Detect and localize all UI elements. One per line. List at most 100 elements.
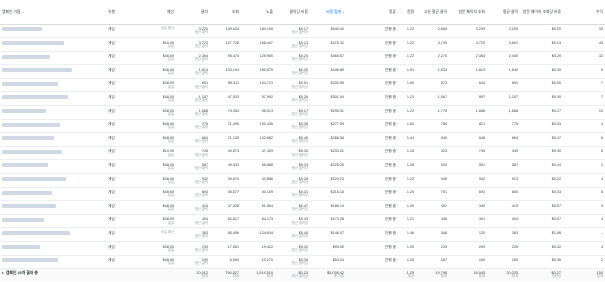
cost-cell: $330.95 <box>330 81 344 86</box>
conversions-cell: 3 <box>600 203 603 208</box>
budget-cell[interactable]: 공유 예산 <box>134 228 176 242</box>
budget-cell[interactable]: $48.00 일일 <box>134 78 176 92</box>
budget-cell[interactable]: $48.00 일일 <box>134 106 176 120</box>
table-row[interactable]: 게임 $48.00 일일 693 합산 클릭 36,677 40,109 $0.31 합산 클릭… <box>0 187 605 201</box>
col-header-campaign[interactable]: 캠페인 이름 ⌄ <box>0 0 106 24</box>
table-row[interactable]: 게임 $48.00 일일 239 합산 클릭 17,551 19,422 $0.42 합산 클릭… <box>0 242 605 256</box>
status-cell: 진행 중 <box>384 162 396 167</box>
budget-cell[interactable]: $48.00 일일 <box>134 92 176 106</box>
impressions-cell: 124,634 <box>259 230 273 235</box>
col-header-conv-rate[interactable]: 전환 <box>398 0 416 24</box>
col-header-type[interactable]: 유형 <box>106 0 134 24</box>
table-row[interactable]: 게임 $48.00 일일 404 합산 클릭 52,617 54,173 $0.43 합산 클릭… <box>0 214 605 228</box>
avg-pos-cell: 1,775 <box>437 108 447 113</box>
campaign-name-redacted[interactable] <box>0 51 106 65</box>
col-header-budget[interactable]: 예산 <box>134 0 176 24</box>
views-cell: 71,135 <box>227 135 239 140</box>
total-status <box>346 269 398 281</box>
col-header-conversions[interactable]: 수익 <box>563 0 605 24</box>
campaign-name-redacted[interactable] <box>0 146 106 160</box>
campaign-type: 게임 <box>108 122 115 127</box>
budget-cell[interactable]: $46.00 일일 <box>134 65 176 79</box>
campaign-name-redacted[interactable] <box>0 255 106 269</box>
page-views-cell: 2,364 <box>475 54 485 59</box>
campaign-name-redacted[interactable] <box>0 106 106 120</box>
table-row[interactable]: 게임 $48.00 일일 150 합산 클릭 6,594 10,270 $0.36 합산 클릭당… <box>0 255 605 269</box>
table-row[interactable]: 게임 $10.00 일일 3,723 합산 클릭 107,728 156,447 $0.13 합… <box>0 38 605 52</box>
col-header-views[interactable]: 조회 <box>210 0 241 24</box>
campaign-name-redacted[interactable] <box>0 92 106 106</box>
total-label[interactable]: 캠페인 45개 결과 총 <box>0 269 176 281</box>
budget-cell[interactable]: $46.00 일일 <box>134 51 176 65</box>
table-row[interactable]: 게임 $48.00 일일 1,688 합산 클릭 74,354 96,513 $0.17 합산 … <box>0 106 605 120</box>
cost-cell: $146.07 <box>330 230 344 235</box>
col-header-page-views[interactable]: 방문 페이지 조회 <box>449 0 487 24</box>
budget-cell[interactable]: $48.00 일일 <box>134 242 176 256</box>
campaign-name-redacted[interactable] <box>0 78 106 92</box>
campaign-name-redacted[interactable] <box>0 38 106 52</box>
budget-cell[interactable]: $48.00 일일 <box>134 174 176 188</box>
cost-cell: $233.01 <box>330 149 344 154</box>
campaign-name-redacted[interactable] <box>0 214 106 228</box>
campaign-name-redacted[interactable] <box>0 228 106 242</box>
table-row[interactable]: 게임 $10.00 일일 745 합산 클릭 40,673 47,409 $0.30 합산 클릭… <box>0 146 605 160</box>
campaign-name-redacted[interactable] <box>0 201 106 215</box>
budget-cell[interactable]: $48.00 일일 <box>134 133 176 147</box>
impressions-cell: 47,409 <box>261 149 273 154</box>
table-row[interactable]: 게임 공유 예산 3,220 합산 클릭 139,634 180,109 $0.17 합산 클… <box>0 24 605 38</box>
budget-cell[interactable]: $48.00 일일 <box>134 201 176 215</box>
conversions-cell: 45 <box>598 40 603 45</box>
budget-cell[interactable]: $10.00 일일 <box>134 38 176 52</box>
col-header-avg-cpc[interactable]: 클릭당 비용 <box>275 0 310 24</box>
col-header-clicks[interactable]: 클릭 <box>176 0 210 24</box>
table-row[interactable]: 게임 공유 예산 363 합산 클릭 85,496 124,634 $0.40 합산 클릭당 $… <box>0 228 605 242</box>
table-row[interactable]: 게임 $48.00 일일 587 합산 클릭 49,933 56,888 $0.33 합산 클릭… <box>0 160 605 174</box>
campaign-name-redacted[interactable] <box>0 24 106 38</box>
col-header-avg-pos[interactable]: 고유 평균 클릭 <box>416 0 449 24</box>
campaign-type: 게임 <box>108 258 115 263</box>
table-row[interactable]: 게임 $46.00 일일 1,513 합산 클릭 103,104 150,879 $0.30 합… <box>0 65 605 79</box>
avg-pos-cell: 233 <box>440 244 447 249</box>
value-per-view-cell: $0.53 <box>551 122 561 127</box>
campaign-type: 게임 <box>108 54 115 59</box>
table-row[interactable]: 게임 $46.00 일일 2,364 합산 클릭 95,474 125,900 $0.20 합산… <box>0 51 605 65</box>
views-cell: 49,933 <box>227 162 239 167</box>
col-header-value-per-view[interactable]: 방문 페이지 조회당 비용 <box>520 0 563 24</box>
avg-views-cell: 1,640 <box>508 67 518 72</box>
campaign-name-redacted[interactable] <box>0 119 106 133</box>
campaign-name-redacted[interactable] <box>0 160 106 174</box>
budget-cell[interactable]: $48.00 일일 <box>134 160 176 174</box>
budget-cell[interactable]: $10.00 일일 <box>134 146 176 160</box>
budget-cell[interactable]: $48.00 일일 <box>134 255 176 269</box>
views-cell: 103,104 <box>225 67 239 72</box>
campaign-name-redacted[interactable] <box>0 174 106 188</box>
avg-views-cell: 363 <box>511 230 518 235</box>
avg-pos-cell: 2,270 <box>437 54 447 59</box>
table-row[interactable]: 게임 $48.00 일일 1,157 합산 클릭 47,533 57,992 $0.26 합산 … <box>0 92 605 106</box>
avg-views-cell: 404 <box>511 217 518 222</box>
table-row[interactable]: 게임 $48.00 일일 664 합산 클릭 71,135 102,682 $0.45 합산 클… <box>0 133 605 147</box>
campaign-name-redacted[interactable] <box>0 187 106 201</box>
table-row[interactable]: 게임 $48.00 일일 651 합산 클릭 89,511 104,713 $0.51 합산 클… <box>0 78 605 92</box>
col-header-impressions[interactable]: 노출 <box>241 0 275 24</box>
page-views-cell: 648 <box>478 135 485 140</box>
budget-cell[interactable]: $48.00 일일 <box>134 119 176 133</box>
col-header-status[interactable]: 종류 <box>346 0 398 24</box>
campaign-name-redacted[interactable] <box>0 242 106 256</box>
table-row[interactable]: 게임 $48.00 일일 942 합산 클릭 39,670 42,886 $0.28 합산 클릭… <box>0 174 605 188</box>
page-views-cell: 1,513 <box>475 67 485 72</box>
table-row[interactable]: 게임 $48.00 일일 776 합산 클릭 71,496 100,336 $0.35 합산 클… <box>0 119 605 133</box>
budget-cell[interactable]: $48.00 일일 <box>134 187 176 201</box>
budget-cell[interactable]: 공유 예산 <box>134 24 176 38</box>
views-cell: 71,496 <box>227 122 239 127</box>
col-header-avg-views[interactable]: 평균 클릭 <box>487 0 520 24</box>
table-row[interactable]: 게임 $48.00 일일 415 합산 클릭 37,028 51,964 $0.47 합산 클릭… <box>0 201 605 215</box>
avg-views-cell: 2,450 <box>508 54 518 59</box>
budget-cell[interactable]: $48.00 일일 <box>134 214 176 228</box>
col-header-cost[interactable]: 비용 합계 ↓ <box>310 0 346 24</box>
avg-cpc-cell: $0.33 합산 클릭당 <box>291 162 308 171</box>
campaign-name-redacted[interactable] <box>0 133 106 147</box>
campaign-name-redacted[interactable] <box>0 65 106 79</box>
avg-cpc-cell: $0.17 합산 클릭당 <box>291 108 308 116</box>
page-views-cell: 821 <box>478 122 485 127</box>
